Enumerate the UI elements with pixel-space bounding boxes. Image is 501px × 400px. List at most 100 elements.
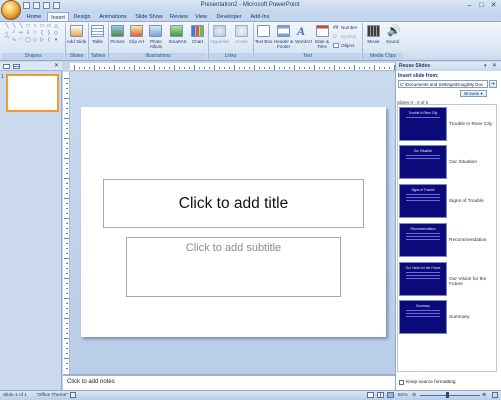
add-slide-icon[interactable] bbox=[70, 25, 83, 37]
slide-show-icon[interactable] bbox=[387, 392, 394, 398]
slide-number-button[interactable]: Number bbox=[341, 25, 357, 30]
action-icon[interactable] bbox=[235, 25, 248, 37]
text-box-icon[interactable] bbox=[257, 25, 270, 37]
movie-icon[interactable] bbox=[367, 25, 380, 37]
object-button[interactable]: Object bbox=[341, 43, 354, 48]
shape-diamond-icon[interactable]: ◇ bbox=[32, 38, 38, 43]
add-slide-button[interactable]: Add Slide bbox=[66, 39, 87, 44]
list-item[interactable]: Trouble in River City Trouble in River C… bbox=[399, 107, 495, 145]
shape-star-icon[interactable]: ☆ bbox=[32, 31, 38, 36]
zoom-slider-track[interactable] bbox=[420, 395, 480, 396]
list-item[interactable]: Recommendation Recommendation bbox=[399, 223, 495, 261]
ruler-tick bbox=[129, 67, 130, 69]
shape-connector-icon[interactable]: ┘ bbox=[11, 31, 17, 36]
shape-arrow-icon[interactable]: ⇨ bbox=[18, 31, 24, 36]
clip-art-icon[interactable] bbox=[130, 25, 143, 37]
fit-to-window-icon[interactable] bbox=[492, 392, 498, 398]
picture-button[interactable]: Picture bbox=[108, 39, 127, 44]
spell-check-icon[interactable] bbox=[70, 392, 76, 398]
action-button[interactable]: Action bbox=[232, 39, 251, 44]
shape-brace-icon[interactable]: ( bbox=[46, 38, 52, 43]
go-arrow-icon[interactable]: ➜ bbox=[489, 80, 497, 88]
chart-icon[interactable] bbox=[191, 25, 204, 37]
ruler-tick bbox=[66, 173, 68, 174]
clip-art-button[interactable]: Clip Art bbox=[128, 39, 145, 44]
picture-icon[interactable] bbox=[111, 25, 124, 37]
undo-icon[interactable] bbox=[33, 2, 40, 9]
normal-view-icon[interactable] bbox=[367, 392, 374, 398]
sound-button[interactable]: Sound bbox=[383, 39, 402, 44]
group-label-tables: Tables bbox=[89, 53, 107, 60]
close-pane-icon[interactable]: ✕ bbox=[492, 62, 497, 71]
insert-from-path-field[interactable]: C:\Documents and Settings\Doug\My Doc bbox=[398, 80, 488, 88]
movie-button[interactable]: Movie bbox=[364, 39, 383, 44]
hyperlink-icon[interactable] bbox=[213, 25, 226, 37]
slides-tab-icon[interactable] bbox=[3, 64, 10, 69]
shape-line-icon[interactable]: ╲ bbox=[18, 24, 24, 29]
close-pane-icon[interactable]: ✕ bbox=[54, 62, 59, 69]
keep-source-formatting-checkbox[interactable] bbox=[399, 380, 404, 385]
table-button[interactable]: Table bbox=[89, 39, 106, 44]
chart-button[interactable]: Chart bbox=[189, 39, 206, 44]
shape-rectangle-icon[interactable]: □ bbox=[25, 24, 31, 29]
shape-triangle-icon[interactable]: △ bbox=[53, 24, 59, 29]
redo-icon[interactable] bbox=[43, 2, 50, 9]
header-footer-icon[interactable] bbox=[277, 25, 290, 37]
list-item[interactable]: Summary Summary bbox=[399, 300, 495, 338]
shape-more-icon[interactable]: ▾ bbox=[53, 38, 59, 43]
slides-pane-tabs[interactable]: ✕ bbox=[0, 62, 62, 71]
quick-access-more-icon[interactable] bbox=[53, 2, 60, 9]
thumb-line bbox=[406, 155, 440, 156]
date-time-button[interactable]: Date & Time bbox=[313, 39, 331, 49]
shape-heart-icon[interactable]: ♡ bbox=[18, 38, 24, 43]
shape-rectangle-icon[interactable]: □ bbox=[39, 24, 45, 29]
shapes-gallery[interactable]: ╲ ╲ ╲ □ ○ □ ▭ △ ┐ ┘ ⇨ ⇩ ☆ { } ◇ ⌒ ∿ ♡ ◯ … bbox=[4, 24, 62, 52]
shape-brace-icon[interactable]: } bbox=[46, 31, 52, 36]
notes-pane[interactable]: Click to add notes bbox=[63, 374, 396, 390]
smartart-button[interactable]: SmartArt bbox=[167, 39, 188, 44]
pane-options-icon[interactable]: ▾ bbox=[484, 62, 487, 71]
sound-icon[interactable]: 🔊 bbox=[387, 24, 401, 37]
slide-thumbnail[interactable] bbox=[6, 74, 59, 112]
shape-arrow-icon[interactable]: ⇩ bbox=[25, 31, 31, 36]
shape-oval-icon[interactable]: ○ bbox=[32, 24, 38, 29]
list-item[interactable]: Signs of Trouble Signs of Trouble bbox=[399, 184, 495, 222]
shape-curve-icon[interactable]: ∿ bbox=[11, 38, 17, 43]
shape-brace-icon[interactable]: { bbox=[39, 31, 45, 36]
table-icon[interactable] bbox=[91, 25, 104, 37]
save-icon[interactable] bbox=[23, 2, 30, 9]
close-button[interactable]: ✕ bbox=[488, 1, 499, 10]
text-box-button[interactable]: Text Box bbox=[254, 39, 273, 44]
wordart-icon[interactable]: A bbox=[297, 24, 305, 39]
zoom-out-icon[interactable]: ⊖ bbox=[412, 391, 416, 400]
slide-sorter-icon[interactable] bbox=[377, 392, 384, 398]
smartart-icon[interactable] bbox=[170, 25, 183, 37]
shape-line-icon[interactable]: ╲ bbox=[11, 24, 17, 29]
header-footer-button[interactable]: Header & Footer bbox=[273, 39, 294, 49]
minimize-button[interactable]: – bbox=[464, 1, 475, 10]
list-item[interactable]: Our Vision for the Future Our Vision for… bbox=[399, 262, 495, 300]
photo-album-button[interactable]: Photo Album bbox=[145, 39, 167, 49]
hyperlink-button[interactable]: Hyperlink bbox=[209, 39, 231, 44]
shape-rectangle-icon[interactable]: ▭ bbox=[46, 24, 52, 29]
office-button[interactable] bbox=[1, 0, 21, 20]
shape-line-icon[interactable]: ╲ bbox=[4, 24, 10, 29]
shape-curve-icon[interactable]: ⌒ bbox=[4, 38, 10, 43]
photo-album-icon[interactable] bbox=[149, 25, 162, 37]
zoom-in-icon[interactable]: ⊕ bbox=[482, 391, 486, 400]
list-item[interactable]: Our Situation Our Situation bbox=[399, 145, 495, 183]
shape-triangle-icon[interactable]: ▷ bbox=[39, 38, 45, 43]
subtitle-placeholder[interactable]: Click to add subtitle bbox=[126, 237, 341, 297]
browse-button[interactable]: Browse ▾ bbox=[460, 90, 487, 97]
wordart-button[interactable]: WordArt bbox=[294, 39, 313, 44]
shape-callout-icon[interactable]: ◇ bbox=[53, 31, 59, 36]
shape-oval-icon[interactable]: ◯ bbox=[25, 38, 31, 43]
maximize-button[interactable]: □ bbox=[476, 1, 487, 10]
symbol-button[interactable]: Symbol bbox=[341, 34, 356, 39]
shape-connector-icon[interactable]: ┐ bbox=[4, 31, 10, 36]
title-placeholder[interactable]: Click to add title bbox=[103, 179, 364, 228]
zoom-level[interactable]: 81% bbox=[398, 391, 408, 400]
outline-tab-icon[interactable] bbox=[13, 64, 20, 69]
date-time-icon[interactable] bbox=[316, 25, 329, 37]
zoom-slider-thumb[interactable] bbox=[446, 392, 449, 398]
